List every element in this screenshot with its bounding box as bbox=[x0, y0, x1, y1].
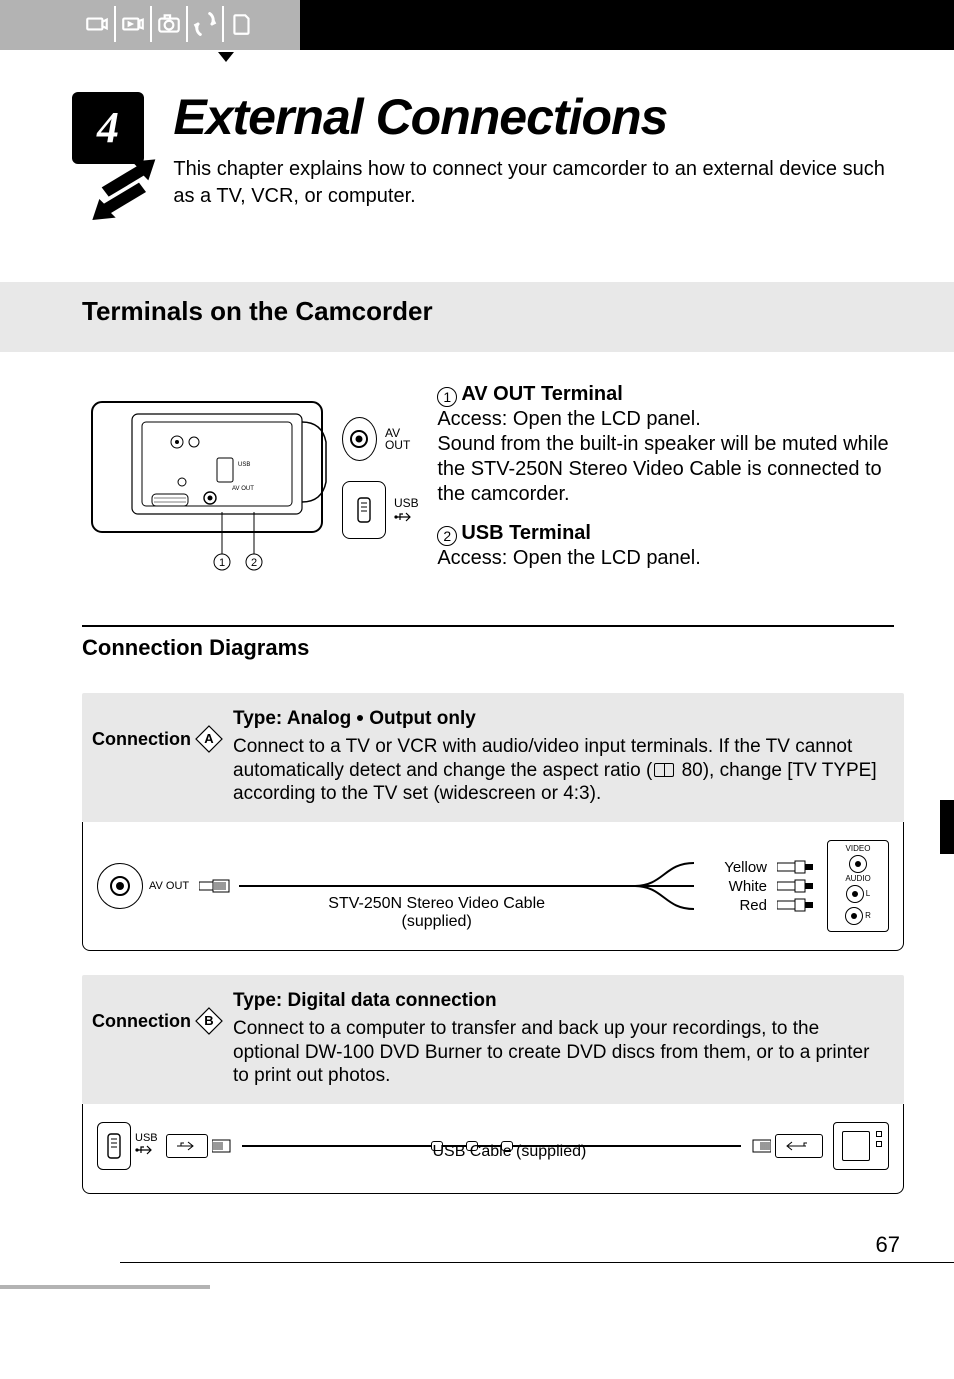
connection-a-type: Type: AnalogOutput only bbox=[233, 707, 886, 731]
svg-text:2: 2 bbox=[251, 557, 257, 569]
section-heading-text: Terminals on the Camcorder bbox=[82, 298, 954, 324]
mode-icon-play bbox=[116, 6, 152, 42]
chapter-badge: 4 bbox=[72, 92, 143, 222]
cable-split-icon bbox=[634, 851, 724, 921]
computer-icon bbox=[833, 1122, 889, 1170]
connection-a-label: Connection A bbox=[92, 707, 223, 753]
svg-text:AV OUT: AV OUT bbox=[232, 486, 254, 492]
rca-plug-icon bbox=[777, 879, 817, 893]
connection-a-block: Connection A Type: AnalogOutput only Con… bbox=[82, 693, 904, 951]
av-out-jack-icon bbox=[97, 863, 143, 909]
svg-text:A: A bbox=[204, 731, 214, 746]
usb-port-label: USB bbox=[394, 497, 419, 509]
terminal-item-usb: 2USB Terminal Access: Open the LCD panel… bbox=[437, 521, 894, 571]
rca-plug-icon bbox=[777, 898, 817, 912]
chapter-side-tab bbox=[940, 800, 954, 854]
mode-icon-transfer bbox=[188, 6, 224, 42]
terminal-number-2: 2 bbox=[437, 526, 457, 546]
connection-b-desc: Connect to a computer to transfer and ba… bbox=[233, 1017, 886, 1088]
mode-icon-photo bbox=[152, 6, 188, 42]
connection-diagrams-heading: Connection Diagrams bbox=[82, 637, 894, 659]
terminal-title-usb: USB Terminal bbox=[461, 522, 591, 544]
tv-input-panel: VIDEO AUDIO L R bbox=[827, 840, 889, 932]
mode-icon-card bbox=[224, 6, 260, 42]
connection-a-desc: Connect to a TV or VCR with audio/video … bbox=[233, 735, 886, 806]
cable-end-icon bbox=[741, 1136, 771, 1156]
terminal-body-usb: Access: Open the LCD panel. bbox=[437, 546, 894, 571]
active-mode-indicator bbox=[218, 52, 234, 62]
stv-cable-line: STV-250N Stereo Video Cable (supplied) bbox=[239, 885, 634, 887]
terminal-item-avout: 1AV OUT Terminal Access: Open the LCD pa… bbox=[437, 382, 894, 507]
page-ref-icon bbox=[654, 763, 674, 777]
terminal-body-avout: Access: Open the LCD panel. Sound from t… bbox=[437, 407, 894, 507]
usb-cable-caption: USB Cable (supplied) bbox=[432, 1144, 586, 1160]
mini-plug-icon bbox=[199, 876, 239, 896]
diamond-letter-a: A bbox=[195, 725, 223, 753]
svg-text:B: B bbox=[204, 1013, 213, 1028]
rca-white-label: White bbox=[724, 879, 777, 894]
camcorder-illustration: USB AV OUT 1 2 AV OUT USB bbox=[82, 382, 419, 585]
mode-icon-bar bbox=[0, 0, 954, 70]
cable-end-icon bbox=[212, 1136, 242, 1156]
terminal-number-1: 1 bbox=[437, 387, 457, 407]
svg-text:USB: USB bbox=[238, 462, 250, 468]
chapter-title: External Connections bbox=[173, 92, 894, 142]
rca-red-label: Red bbox=[724, 898, 777, 913]
chapter-intro: This chapter explains how to connect you… bbox=[173, 156, 894, 210]
chapter-number: 4 bbox=[97, 106, 119, 150]
rca-yellow-label: Yellow bbox=[724, 860, 777, 875]
usb-small-label: USB bbox=[135, 1133, 158, 1144]
usb-mini-plug-icon bbox=[166, 1134, 208, 1158]
usb-a-plug-icon bbox=[775, 1134, 823, 1158]
usb-trident-icon bbox=[394, 511, 416, 523]
usb-trident-icon bbox=[135, 1144, 157, 1156]
terminal-title-avout: AV OUT Terminal bbox=[461, 383, 623, 405]
stv-cable-caption-1: STV-250N Stereo Video Cable bbox=[328, 895, 545, 912]
diamond-letter-b: B bbox=[195, 1007, 223, 1035]
connection-b-label: Connection B bbox=[92, 989, 223, 1035]
connection-b-block: Connection B Type: Digital data connecti… bbox=[82, 975, 904, 1194]
av-out-port-label: AV OUT bbox=[385, 427, 419, 451]
usb-port-icon bbox=[97, 1122, 131, 1170]
svg-text:1: 1 bbox=[219, 557, 225, 569]
av-out-small-label: AV OUT bbox=[149, 881, 189, 892]
connection-b-type: Type: Digital data connection bbox=[233, 989, 886, 1013]
page-number: 67 bbox=[0, 1194, 954, 1256]
rca-plug-icon bbox=[777, 860, 817, 874]
transfer-arrows-icon bbox=[90, 150, 160, 220]
stv-cable-caption-2: (supplied) bbox=[402, 913, 472, 930]
mode-icon-camera bbox=[80, 6, 116, 42]
section-heading-terminals: Terminals on the Camcorder bbox=[0, 282, 954, 352]
